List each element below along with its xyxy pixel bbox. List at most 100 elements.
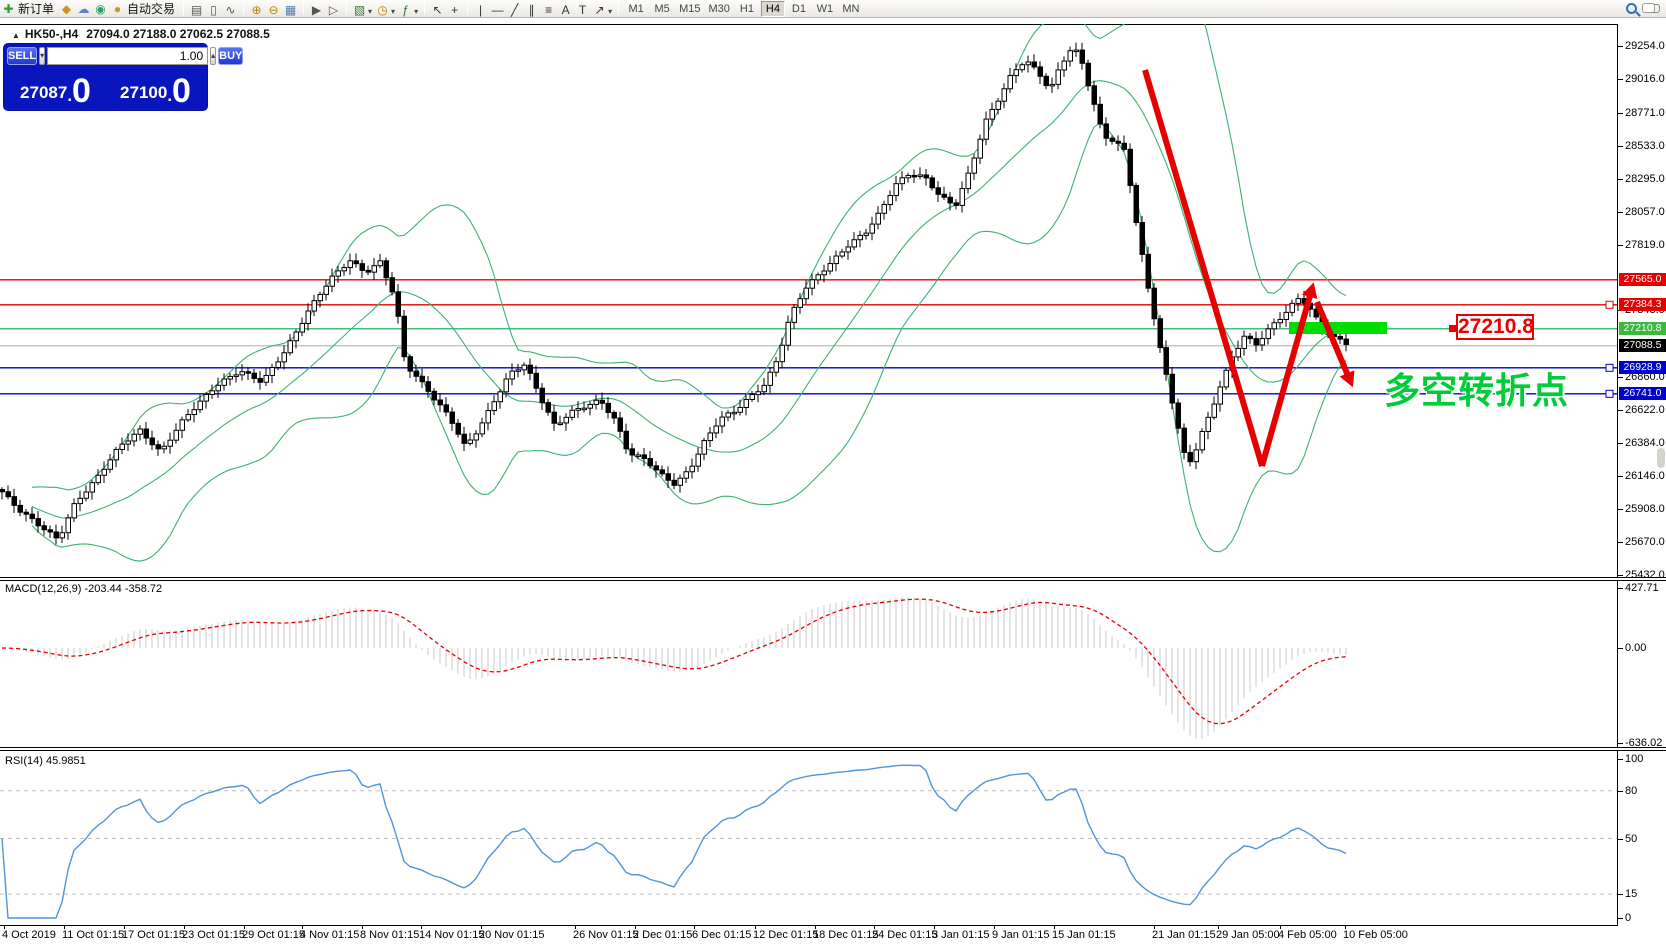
time-axis-label: 14 Nov 01:15 — [419, 929, 484, 941]
mt4-window: ✚ 新订单 ◆ ☁ ◉ ● 自动交易 ▤▯∿⊕⊖▦▶▷▧▾◷▾ƒ▾↖+|—╱∥≡… — [0, 0, 1666, 946]
timeframe-w1[interactable]: W1 — [813, 1, 837, 17]
chart-header: ▲HK50-,H427094.0 27188.0 27062.5 27088.5 — [12, 27, 270, 41]
time-axis-label: 26 Nov 01:15 — [573, 929, 638, 941]
period-menu-icon[interactable]: ◷ — [374, 2, 391, 18]
toolbar-icon-groups: ▤▯∿⊕⊖▦▶▷▧▾◷▾ƒ▾↖+|—╱∥≡AT↗▾ — [188, 0, 623, 18]
time-axis-label: 24 Dec 01:15 — [872, 929, 937, 941]
channel-icon[interactable]: ∥ — [523, 2, 540, 18]
price-tick-label: 26622.0 — [1625, 404, 1665, 416]
zoom-in-icon[interactable]: ⊕ — [248, 2, 265, 18]
price-tick-mark — [1617, 179, 1623, 180]
timeframe-m1[interactable]: M1 — [624, 1, 648, 17]
main-chart-canvas[interactable] — [0, 24, 1617, 577]
timeframe-h1[interactable]: H1 — [735, 1, 759, 17]
timeframe-m30[interactable]: M30 — [706, 1, 733, 17]
one-click-trade-panel: SELL ▾ ▴ BUY 27087.0 27100.0 — [4, 44, 207, 110]
new-order-icon[interactable]: ✚ — [0, 1, 17, 17]
volume-input[interactable] — [47, 47, 208, 65]
rsi-pane-canvas[interactable] — [0, 752, 1617, 925]
search-icon[interactable] — [1626, 3, 1637, 14]
zoom-out-icon[interactable]: ⊖ — [265, 2, 282, 18]
time-axis-label: 2 Dec 01:15 — [633, 929, 692, 941]
rsi-axis-label: 80 — [1625, 785, 1637, 797]
collapse-icon[interactable]: ▲ — [12, 31, 20, 40]
price-tick-mark — [1617, 245, 1623, 246]
time-axis-label: 4 Oct 2019 — [2, 929, 56, 941]
bollinger-middle-band — [32, 81, 1346, 518]
sell-button[interactable]: SELL — [7, 47, 37, 65]
bollinger-lower-band — [32, 123, 1346, 561]
level-handle-26741.0[interactable] — [1606, 390, 1613, 397]
horizontal-line-icon[interactable]: — — [489, 2, 506, 18]
level-handle-26928.9[interactable] — [1606, 364, 1613, 371]
indicators-icon-caret[interactable]: ▾ — [414, 7, 418, 16]
price-tick-mark — [1617, 79, 1623, 80]
volume-decrease-button[interactable]: ▾ — [39, 47, 45, 65]
new-order-button[interactable]: 新订单 — [18, 0, 54, 17]
cursor-icon[interactable]: ↖ — [429, 2, 446, 18]
bar-chart-icon[interactable]: ▤ — [188, 2, 205, 18]
rsi-line — [2, 765, 1346, 918]
time-axis-label: 23 Oct 01:15 — [182, 929, 245, 941]
time-axis-label: 17 Oct 01:15 — [122, 929, 185, 941]
arrows-icon-caret[interactable]: ▾ — [608, 7, 612, 16]
period-menu-icon-caret[interactable]: ▾ — [391, 7, 395, 16]
fibonacci-icon[interactable]: ≡ — [540, 2, 557, 18]
new-chart-icon[interactable]: ▧ — [351, 2, 368, 18]
text-icon[interactable]: A — [557, 2, 574, 18]
time-axis-label: 3 Jan 01:15 — [932, 929, 990, 941]
indicators-icon[interactable]: ƒ — [397, 2, 414, 18]
price-tick-mark — [1617, 377, 1623, 378]
toolbar-separator — [618, 0, 619, 14]
label-icon[interactable]: T — [574, 2, 591, 18]
callout-anchor-square — [1449, 325, 1456, 332]
vertical-line-icon[interactable]: | — [472, 2, 489, 18]
tile-windows-icon[interactable]: ▦ — [282, 2, 299, 18]
price-badge-26741.0: 26741.0 — [1619, 387, 1666, 400]
buy-price-display[interactable]: 27100.0 — [107, 68, 204, 108]
rsi-tick-mark — [1617, 918, 1623, 919]
price-tick-mark — [1617, 410, 1623, 411]
sell-price-display[interactable]: 27087.0 — [7, 68, 104, 108]
autoscroll-icon[interactable]: ▶ — [308, 2, 325, 18]
line-chart-icon[interactable]: ∿ — [222, 2, 239, 18]
macd-pane-canvas[interactable] — [0, 581, 1617, 747]
arrows-icon[interactable]: ↗ — [591, 2, 608, 18]
trendline-icon[interactable]: ╱ — [506, 2, 523, 18]
timeframe-d1[interactable]: D1 — [787, 1, 811, 17]
rsi-tick-mark — [1617, 894, 1623, 895]
volume-increase-button[interactable]: ▴ — [210, 47, 216, 65]
candlestick-chart-icon[interactable]: ▯ — [205, 2, 222, 18]
chat-icon[interactable] — [1647, 4, 1660, 13]
price-badge-27384.3: 27384.3 — [1619, 298, 1666, 311]
macd-tick-mark — [1617, 743, 1623, 744]
macd-axis-label: -636.02 — [1625, 737, 1662, 749]
symbol-period-label: HK50-,H4 — [25, 27, 78, 41]
level-handle-27384.3[interactable] — [1606, 301, 1613, 308]
toolbar-separator — [424, 0, 425, 14]
market-watch-icon[interactable]: ☁ — [75, 1, 92, 17]
price-tick-label: 29254.0 — [1625, 40, 1665, 52]
rsi-axis-label: 100 — [1625, 753, 1643, 765]
price-tick-label: 28771.0 — [1625, 107, 1665, 119]
price-callout-box[interactable]: 27210.8 — [1456, 314, 1534, 340]
price-badge-27565.0: 27565.0 — [1619, 273, 1666, 286]
timeframe-m15[interactable]: M15 — [676, 1, 703, 17]
timeframe-h4[interactable]: H4 — [761, 1, 785, 17]
rsi-pane-separator[interactable] — [0, 747, 1666, 751]
macd-axis-label: 427.71 — [1625, 582, 1659, 594]
timeframe-mn[interactable]: MN — [839, 1, 863, 17]
new-chart-icon-caret[interactable]: ▾ — [368, 7, 372, 16]
autotrading-button[interactable]: 自动交易 — [127, 0, 175, 17]
crosshair-icon[interactable]: + — [446, 2, 463, 18]
chart-shift-icon[interactable]: ▷ — [325, 2, 342, 18]
autotrading-icon[interactable]: ● — [109, 1, 126, 17]
timeframe-m5[interactable]: M5 — [650, 1, 674, 17]
profiles-icon[interactable]: ◆ — [58, 1, 75, 17]
buy-button[interactable]: BUY — [218, 47, 243, 65]
price-badge-26928.9: 26928.9 — [1619, 361, 1666, 374]
price-tick-mark — [1617, 113, 1623, 114]
scrollbar-thumb[interactable] — [1657, 448, 1665, 468]
price-tick-label: 26146.0 — [1625, 470, 1665, 482]
signals-icon[interactable]: ◉ — [92, 1, 109, 17]
